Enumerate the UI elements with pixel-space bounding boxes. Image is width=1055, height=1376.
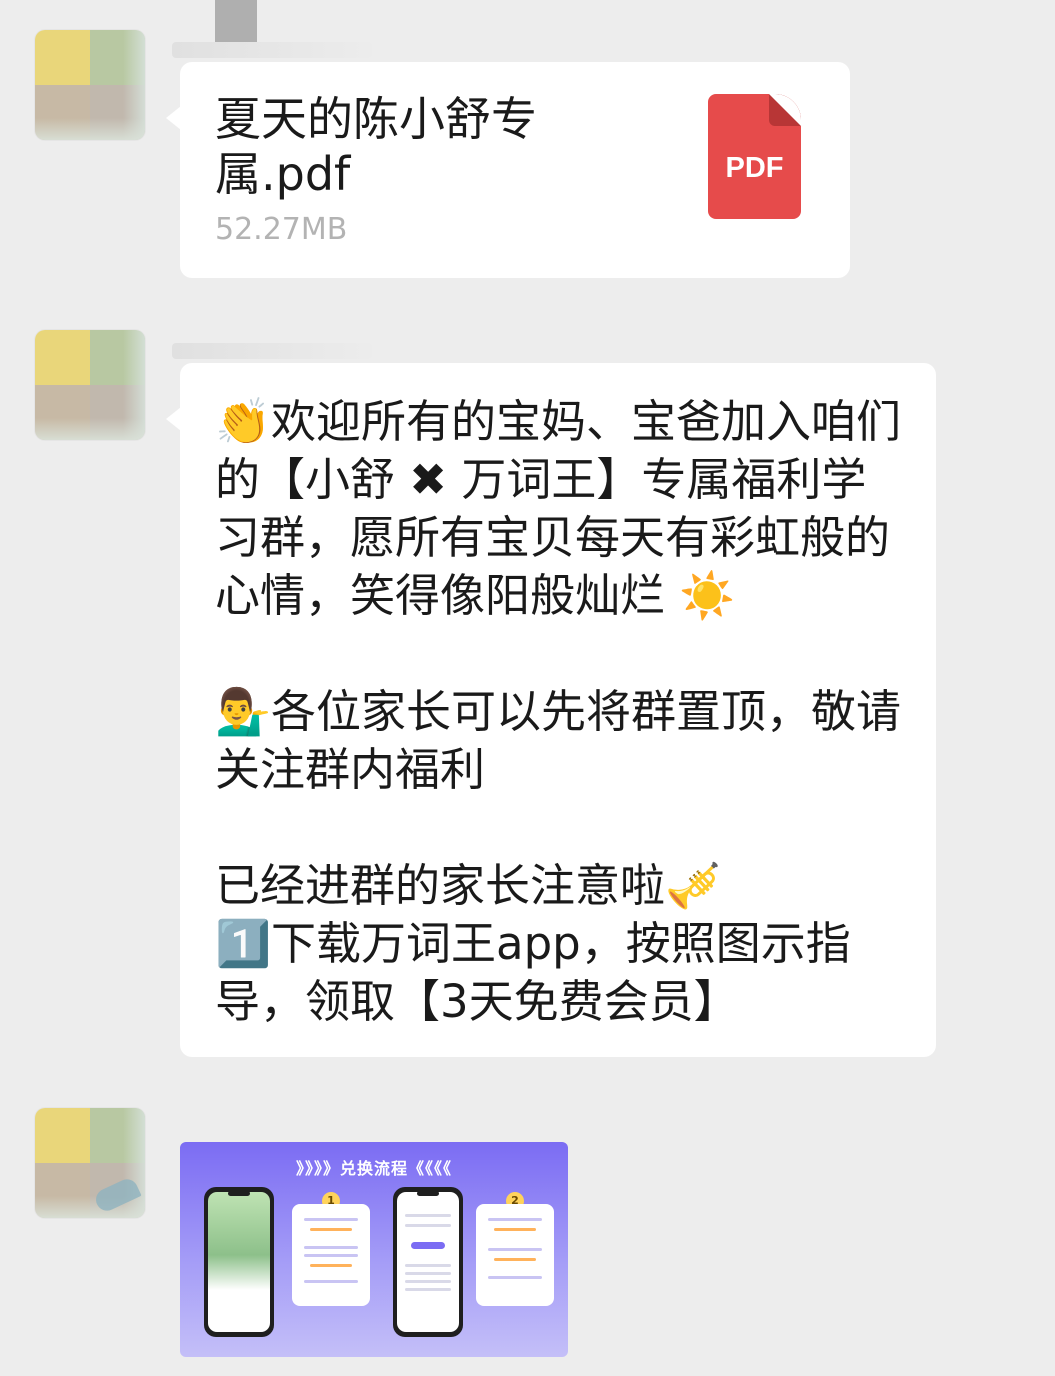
image-message[interactable]: 》》》》兑换流程《《《《 1 2 bbox=[180, 1142, 568, 1357]
instruction-card bbox=[292, 1204, 370, 1306]
sender-name bbox=[172, 343, 372, 359]
phone-mockup bbox=[393, 1187, 463, 1337]
pdf-icon: PDF bbox=[708, 94, 801, 219]
file-size: 52.27MB bbox=[215, 212, 348, 247]
message-text: 👏欢迎所有的宝妈、宝爸加入咱们的【小舒 ✖ 万词王】专属福利学习群，愿所有宝贝每… bbox=[215, 395, 902, 1028]
sender-avatar[interactable] bbox=[35, 30, 145, 140]
sender-avatar[interactable] bbox=[35, 330, 145, 440]
file-message-bubble[interactable]: 夏天的陈小舒专属.pdf 52.27MB PDF bbox=[166, 62, 850, 278]
image-title: 》》》》兑换流程《《《《 bbox=[295, 1159, 452, 1178]
sender-avatar[interactable] bbox=[35, 1108, 145, 1218]
sender-name bbox=[172, 42, 372, 58]
file-name: 夏天的陈小舒专属.pdf bbox=[215, 92, 537, 201]
pdf-icon-label: PDF bbox=[725, 152, 784, 184]
phone-mockup bbox=[204, 1187, 274, 1337]
instruction-card bbox=[476, 1204, 554, 1306]
scroll-remnant bbox=[215, 0, 257, 42]
text-message-bubble[interactable]: 👏欢迎所有的宝妈、宝爸加入咱们的【小舒 ✖ 万词王】专属福利学习群，愿所有宝贝每… bbox=[166, 363, 936, 1057]
